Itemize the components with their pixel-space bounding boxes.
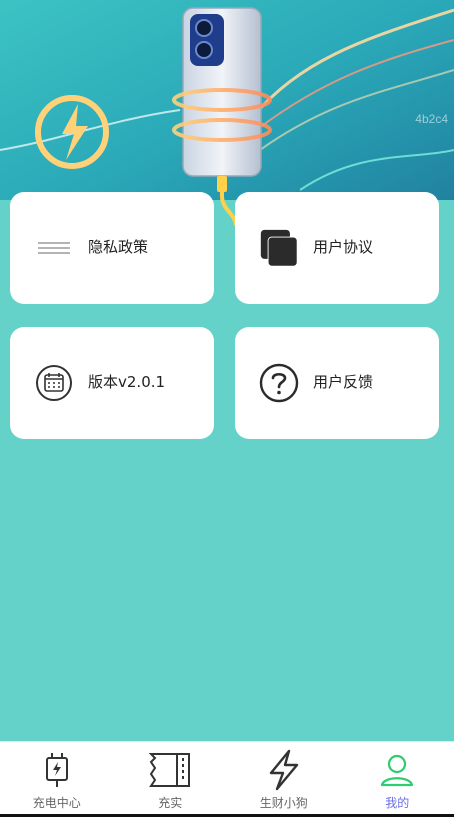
tab-label: 充电中心 (32, 796, 81, 810)
lightning-icon (262, 748, 306, 792)
user-agreement-label: 用户协议 (313, 238, 374, 256)
version-card[interactable]: 版本v2.0.1 (10, 327, 214, 439)
menu-lines-icon (34, 228, 74, 268)
user-feedback-card[interactable]: 用户反馈 (235, 327, 439, 439)
user-agreement-card[interactable]: 用户协议 (235, 192, 439, 304)
tab-chongshi[interactable]: 充实 (114, 742, 228, 817)
calendar-icon (34, 363, 74, 403)
privacy-policy-label: 隐私政策 (88, 238, 149, 256)
ticket-icon (148, 748, 192, 792)
tab-mine[interactable]: 我的 (341, 742, 454, 817)
user-feedback-label: 用户反馈 (313, 373, 374, 391)
version-label: 版本v2.0.1 (88, 373, 166, 391)
tab-charging-center[interactable]: 充电中心 (0, 742, 114, 817)
tab-label: 我的 (385, 796, 410, 810)
question-circle-icon (259, 363, 299, 403)
watermark-text: 4b2c4 (415, 112, 448, 126)
privacy-policy-card[interactable]: 隐私政策 (10, 192, 214, 304)
overlapping-squares-icon (259, 228, 299, 268)
tab-shengcai-xiaogou[interactable]: 生财小狗 (227, 742, 341, 817)
user-icon (375, 748, 419, 792)
charger-plug-icon (35, 748, 79, 792)
tab-label: 生财小狗 (259, 796, 308, 810)
tab-label: 充实 (158, 796, 183, 810)
bottom-tab-bar: 充电中心 充实 生财小狗 我的 (0, 741, 454, 817)
